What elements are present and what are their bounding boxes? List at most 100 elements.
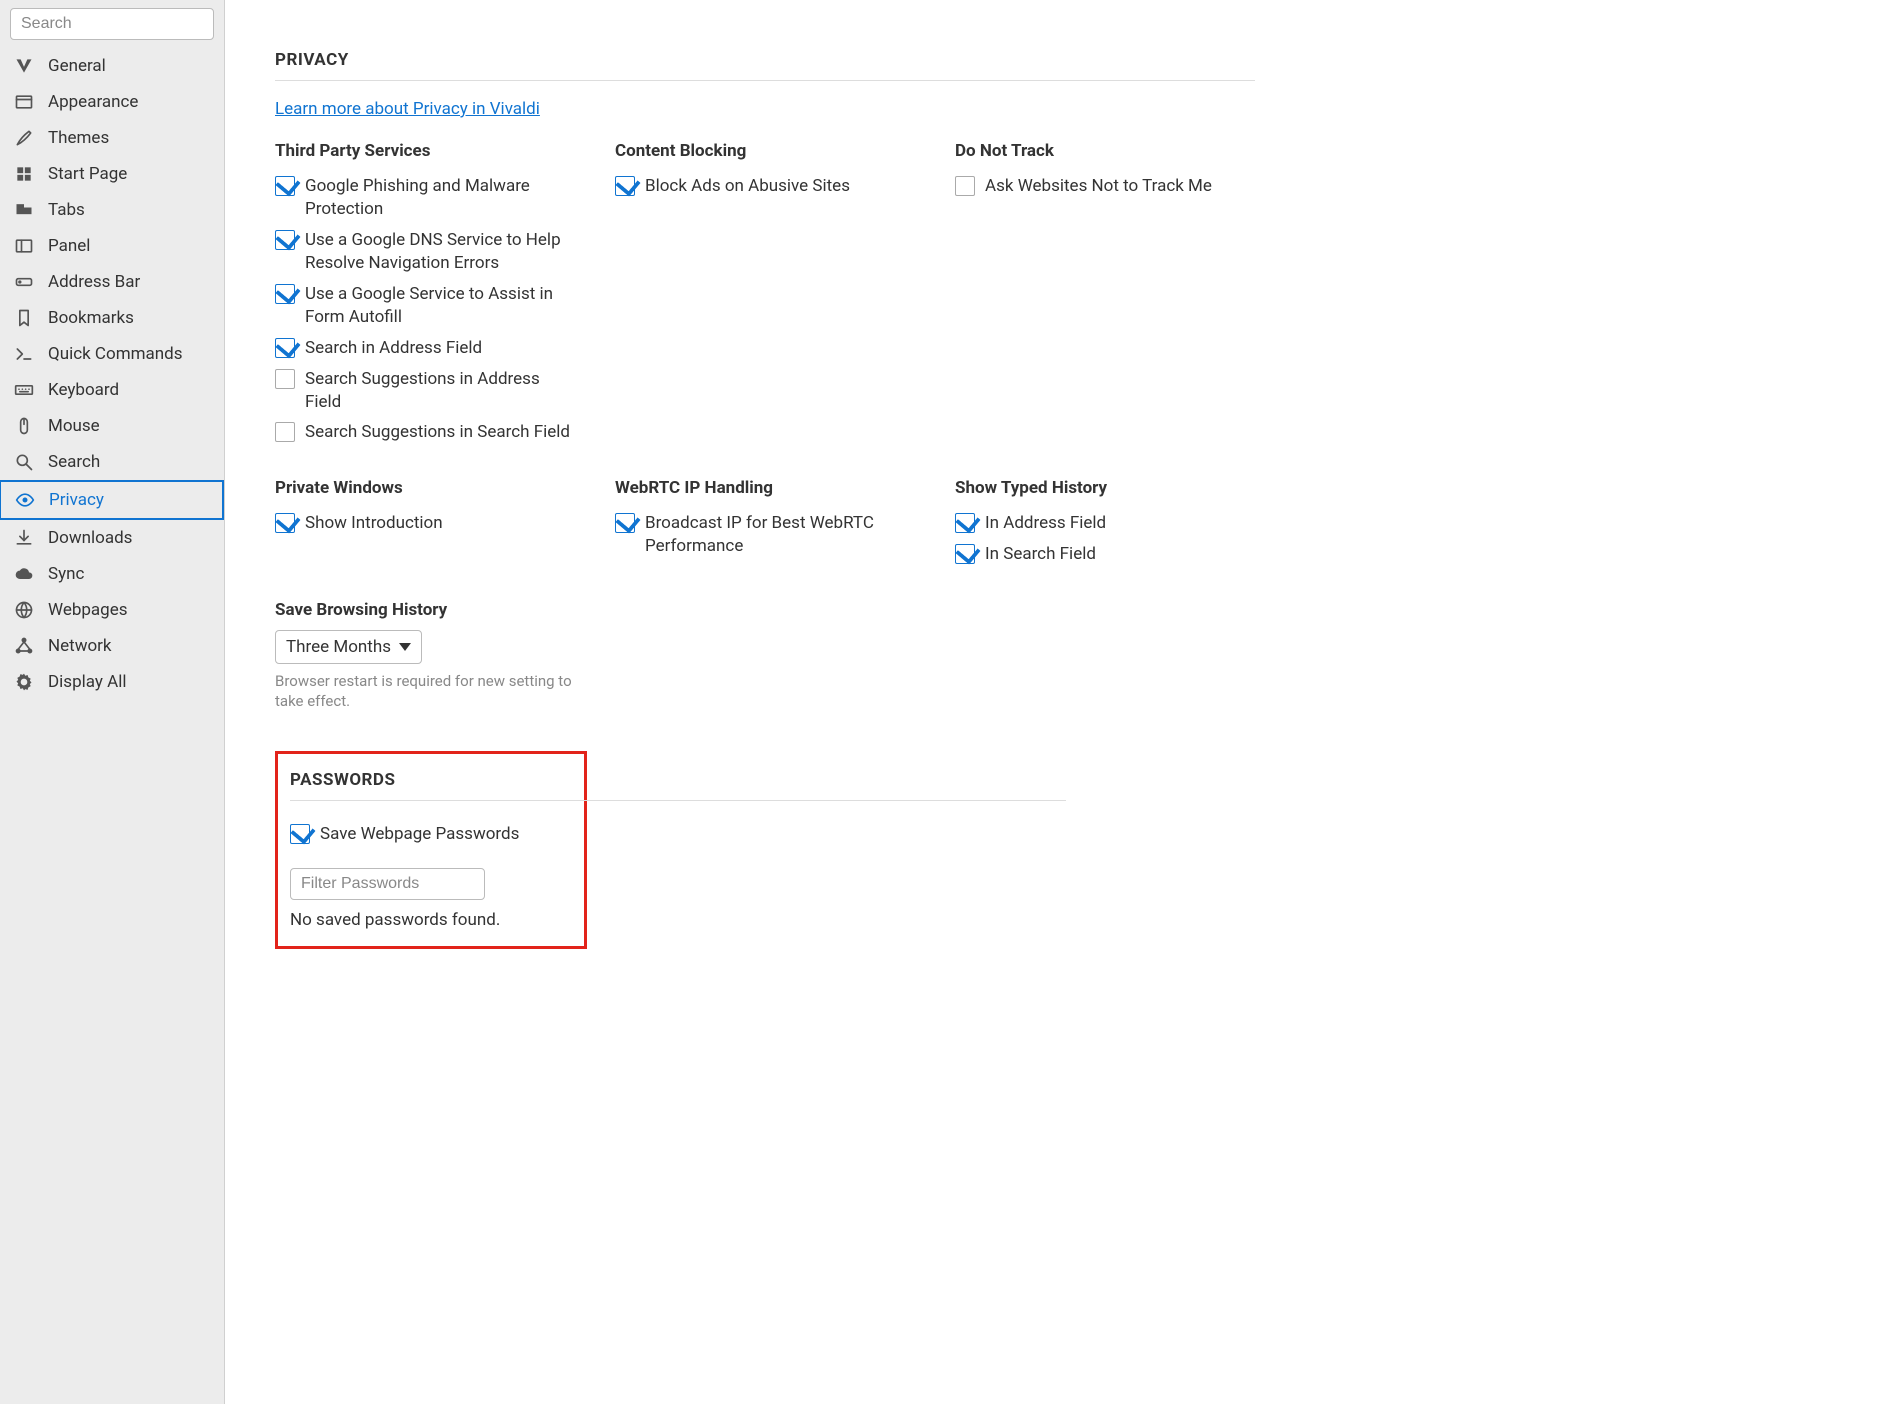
sidebar-item-sync[interactable]: Sync (0, 556, 224, 592)
content-blocking-title: Content Blocking (615, 141, 915, 161)
sidebar-item-label: Webpages (48, 600, 128, 620)
filter-passwords-input[interactable] (290, 868, 485, 900)
checkbox-icon (955, 176, 975, 196)
sidebar-item-label: Address Bar (48, 272, 140, 292)
settings-sidebar: General Appearance Themes Start Page Tabs Pan… (0, 0, 225, 1404)
checkbox-icon (275, 369, 295, 389)
sidebar-item-tabs[interactable]: Tabs (0, 192, 224, 228)
sidebar-item-bookmarks[interactable]: Bookmarks (0, 300, 224, 336)
content-blocking-checkbox-0[interactable]: Block Ads on Abusive Sites (615, 171, 915, 202)
webrtc-title: WebRTC IP Handling (615, 478, 915, 498)
eye-icon (15, 490, 35, 510)
third-party-title: Third Party Services (275, 141, 575, 161)
checkbox-label: Show Introduction (305, 512, 443, 535)
checkbox-label: In Address Field (985, 512, 1106, 535)
checkbox-icon (290, 824, 310, 844)
sidebar-item-search[interactable]: Search (0, 444, 224, 480)
tab-icon (14, 200, 34, 220)
save-history-select[interactable]: Three Months (275, 630, 422, 664)
save-passwords-label: Save Webpage Passwords (320, 823, 519, 846)
show-typed-checkbox-1[interactable]: In Search Field (955, 539, 1255, 570)
sidebar-item-display-all[interactable]: Display All (0, 664, 224, 700)
privacy-section: PRIVACY Learn more about Privacy in Viva… (275, 50, 1255, 949)
sidebar-item-label: Network (48, 636, 112, 656)
save-history-value: Three Months (286, 637, 391, 657)
save-history-group: Save Browsing History Three Months Brows… (275, 600, 1255, 711)
sidebar-item-label: Panel (48, 236, 90, 256)
checkbox-label: Broadcast IP for Best WebRTC Performance (645, 512, 915, 558)
private-windows-group: Private Windows Show Introduction (275, 478, 575, 570)
privacy-heading: PRIVACY (275, 50, 1255, 81)
mouse-icon (14, 416, 34, 436)
third-party-checkbox-1[interactable]: Use a Google DNS Service to Help Resolve… (275, 225, 575, 279)
sidebar-item-themes[interactable]: Themes (0, 120, 224, 156)
third-party-checkbox-3[interactable]: Search in Address Field (275, 333, 575, 364)
sidebar-item-privacy[interactable]: Privacy (0, 480, 224, 520)
third-party-checkbox-0[interactable]: Google Phishing and Malware Protection (275, 171, 575, 225)
sidebar-item-quick-commands[interactable]: Quick Commands (0, 336, 224, 372)
sidebar-item-label: Start Page (48, 164, 127, 184)
checkbox-label: Block Ads on Abusive Sites (645, 175, 850, 198)
sidebar-search-input[interactable] (10, 8, 214, 40)
checkbox-label: Use a Google DNS Service to Help Resolve… (305, 229, 575, 275)
checkbox-label: Search in Address Field (305, 337, 482, 360)
window-icon (14, 92, 34, 112)
sidebar-item-address-bar[interactable]: Address Bar (0, 264, 224, 300)
quick-icon (14, 344, 34, 364)
content-blocking-group: Content Blocking Block Ads on Abusive Si… (615, 141, 915, 448)
private-windows-title: Private Windows (275, 478, 575, 498)
checkbox-icon (275, 230, 295, 250)
checkbox-label: Use a Google Service to Assist in Form A… (305, 283, 575, 329)
sidebar-item-label: Bookmarks (48, 308, 134, 328)
sidebar-item-downloads[interactable]: Downloads (0, 520, 224, 556)
sidebar-item-mouse[interactable]: Mouse (0, 408, 224, 444)
gear-icon (14, 672, 34, 692)
checkbox-label: Search Suggestions in Search Field (305, 421, 570, 444)
checkbox-icon (955, 544, 975, 564)
checkbox-icon (955, 513, 975, 533)
private-windows-checkbox-0[interactable]: Show Introduction (275, 508, 575, 539)
show-typed-checkbox-0[interactable]: In Address Field (955, 508, 1255, 539)
sidebar-item-panel[interactable]: Panel (0, 228, 224, 264)
do-not-track-checkbox-0[interactable]: Ask Websites Not to Track Me (955, 171, 1255, 202)
passwords-heading: PASSWORDS (290, 770, 566, 790)
sidebar-item-appearance[interactable]: Appearance (0, 84, 224, 120)
sidebar-item-label: Keyboard (48, 380, 119, 400)
logo-icon (14, 56, 34, 76)
bookmark-icon (14, 308, 34, 328)
sidebar-item-label: Privacy (49, 490, 104, 510)
checkbox-label: Search Suggestions in Address Field (305, 368, 575, 414)
third-party-checkbox-5[interactable]: Search Suggestions in Search Field (275, 417, 575, 448)
webrtc-group: WebRTC IP Handling Broadcast IP for Best… (615, 478, 915, 570)
sidebar-item-keyboard[interactable]: Keyboard (0, 372, 224, 408)
save-passwords-checkbox[interactable]: Save Webpage Passwords (290, 819, 566, 850)
sidebar-item-network[interactable]: Network (0, 628, 224, 664)
sidebar-item-label: Appearance (48, 92, 138, 112)
do-not-track-title: Do Not Track (955, 141, 1255, 161)
address-icon (14, 272, 34, 292)
third-party-checkbox-4[interactable]: Search Suggestions in Address Field (275, 364, 575, 418)
show-typed-title: Show Typed History (955, 478, 1255, 498)
checkbox-icon (275, 338, 295, 358)
checkbox-icon (275, 284, 295, 304)
third-party-checkbox-2[interactable]: Use a Google Service to Assist in Form A… (275, 279, 575, 333)
sidebar-search-wrap (0, 8, 224, 48)
sidebar-item-start-page[interactable]: Start Page (0, 156, 224, 192)
passwords-highlight: PASSWORDS Save Webpage Passwords No save… (275, 751, 587, 949)
sidebar-item-general[interactable]: General (0, 48, 224, 84)
checkbox-label: Ask Websites Not to Track Me (985, 175, 1212, 198)
cloud-icon (14, 564, 34, 584)
checkbox-icon (275, 176, 295, 196)
sidebar-item-label: Tabs (48, 200, 85, 220)
checkbox-icon (275, 513, 295, 533)
webrtc-checkbox-0[interactable]: Broadcast IP for Best WebRTC Performance (615, 508, 915, 562)
network-icon (14, 636, 34, 656)
sidebar-item-label: Mouse (48, 416, 100, 436)
download-icon (14, 528, 34, 548)
checkbox-icon (615, 513, 635, 533)
sidebar-item-webpages[interactable]: Webpages (0, 592, 224, 628)
no-passwords-text: No saved passwords found. (290, 910, 566, 930)
privacy-learn-more-link[interactable]: Learn more about Privacy in Vivaldi (275, 99, 540, 119)
keyboard-icon (14, 380, 34, 400)
do-not-track-group: Do Not Track Ask Websites Not to Track M… (955, 141, 1255, 448)
